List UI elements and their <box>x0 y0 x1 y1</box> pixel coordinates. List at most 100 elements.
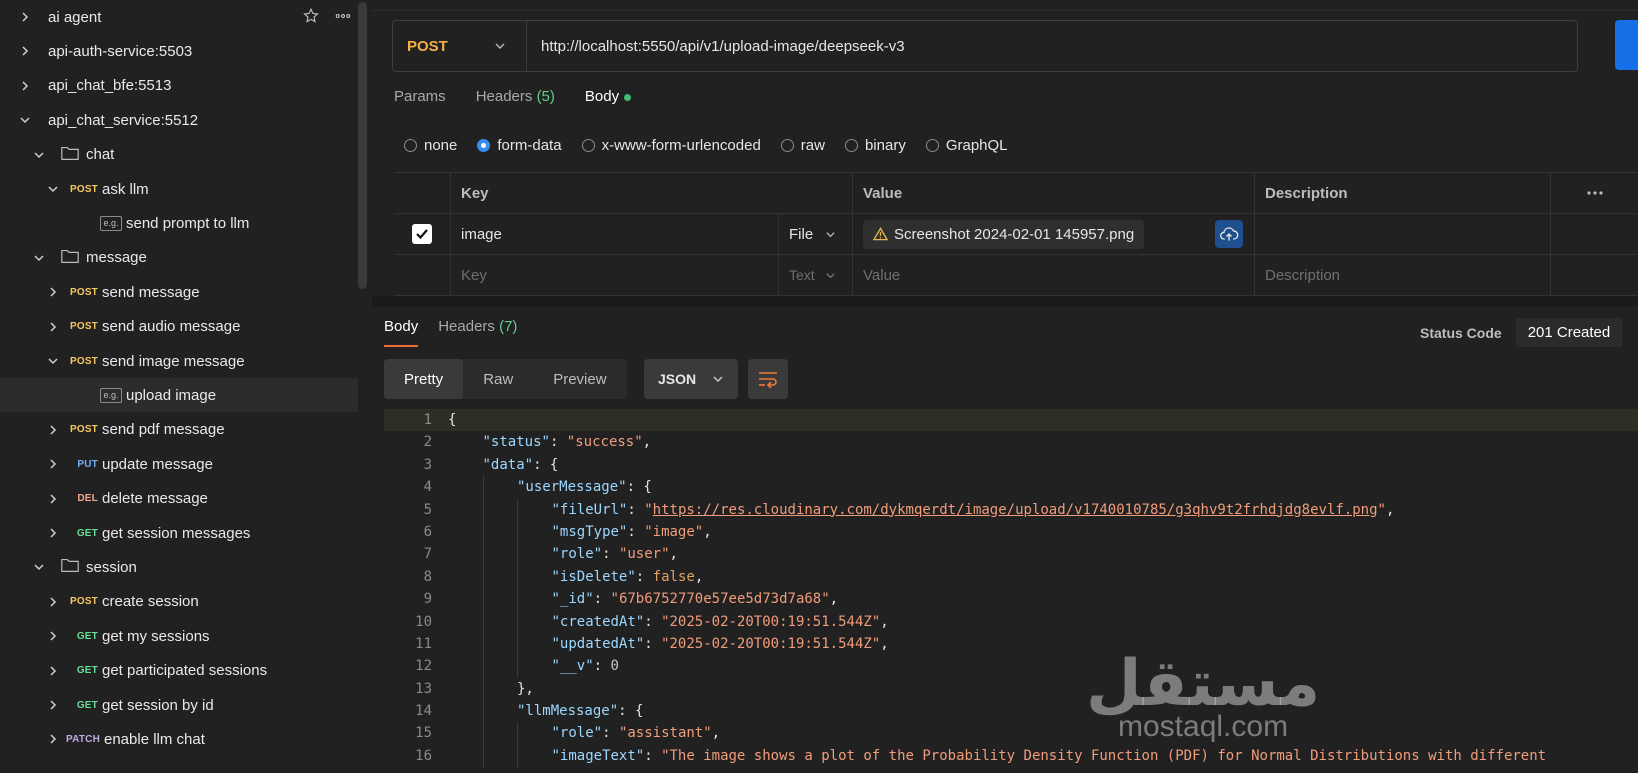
star-icon[interactable] <box>302 7 320 29</box>
view-tab-raw[interactable]: Raw <box>463 359 533 399</box>
chevron-right-icon[interactable] <box>46 423 60 437</box>
chevron-down-icon[interactable] <box>32 251 46 265</box>
sidebar-item[interactable]: PATCH enable llm chat <box>0 722 358 756</box>
url-input[interactable]: http://localhost:5550/api/v1/upload-imag… <box>527 38 905 55</box>
chevron-down-icon[interactable] <box>32 560 46 574</box>
chevron-right-icon[interactable] <box>46 320 60 334</box>
format-select[interactable]: JSON <box>644 359 738 399</box>
chevron-right-icon[interactable] <box>46 285 60 299</box>
chevron-right-icon[interactable] <box>46 664 60 678</box>
radio-binary[interactable]: binary <box>844 137 906 154</box>
line-number: 1 <box>423 412 432 428</box>
sidebar-item[interactable]: api_chat_service:5512 <box>0 103 358 137</box>
wrap-lines-icon <box>759 372 777 388</box>
send-button[interactable] <box>1615 20 1638 70</box>
sidebar-item[interactable]: session <box>0 550 358 584</box>
table-header-row: Key Value Description <box>394 173 1638 214</box>
response-tab-headers[interactable]: Headers (7) <box>438 318 517 347</box>
upload-file-button[interactable] <box>1215 220 1243 248</box>
wrap-lines-button[interactable] <box>748 359 788 399</box>
description-placeholder[interactable]: Description <box>1254 255 1550 295</box>
code-line: 8 "isDelete": false, <box>384 565 1638 589</box>
radio-circle <box>844 139 858 152</box>
sidebar-scrollbar[interactable] <box>358 2 367 289</box>
sidebar-item[interactable]: api-auth-service:5503 <box>0 34 358 68</box>
description-header: Description <box>1254 173 1550 213</box>
tab-headers[interactable]: Headers (5) <box>476 88 555 105</box>
line-number: 8 <box>423 568 432 585</box>
response-tab-body[interactable]: Body <box>384 318 419 347</box>
sidebar-item[interactable]: GET get session messages <box>0 516 358 550</box>
sidebar-item[interactable]: POST send message <box>0 275 358 309</box>
chevron-right-icon[interactable] <box>46 457 60 471</box>
sidebar-item[interactable]: POST send audio message <box>0 310 358 344</box>
sidebar-item[interactable]: e.g. upload image <box>0 378 358 413</box>
sidebar-item-label: get my sessions <box>102 627 210 645</box>
code-line: 6 "msgType": "image", <box>384 520 1638 544</box>
sidebar-item[interactable]: GET get my sessions <box>0 619 358 653</box>
radio-form-data[interactable]: form-data <box>477 137 562 154</box>
chevron-right-icon[interactable] <box>18 79 32 93</box>
description-cell[interactable] <box>1254 214 1550 254</box>
sidebar-item[interactable]: POST send pdf message <box>0 413 358 447</box>
sidebar-item[interactable]: message <box>0 241 358 275</box>
key-type-select[interactable]: File <box>778 214 852 254</box>
code-text: "createdAt": "2025-02-20T00:19:51.544Z", <box>552 611 889 633</box>
sidebar-item[interactable]: api_chat_bfe:5513 <box>0 69 358 103</box>
chevron-right-icon[interactable] <box>46 595 60 609</box>
tab-params[interactable]: Params <box>394 88 446 105</box>
chevron-down-icon[interactable] <box>32 148 46 162</box>
method-select[interactable]: POST <box>393 21 527 71</box>
line-number: 5 <box>423 501 432 518</box>
chevron-right-icon[interactable] <box>46 629 60 643</box>
radio-raw[interactable]: raw <box>780 137 825 154</box>
chevron-right-icon[interactable] <box>46 526 60 540</box>
chevron-right-icon[interactable] <box>18 10 32 24</box>
row-checkbox[interactable] <box>412 224 432 244</box>
response-body-code[interactable]: 1{2 "status": "success", 3 "data": {4 "userM… <box>384 409 1638 773</box>
sidebar-item-label: api_chat_bfe:5513 <box>48 77 172 95</box>
radio-x-www-form-urlencoded[interactable]: x-www-form-urlencoded <box>581 137 761 154</box>
file-chip[interactable]: Screenshot 2024-02-01 145957.png <box>863 219 1145 249</box>
sidebar-item[interactable]: PUT update message <box>0 447 358 481</box>
pane-divider[interactable] <box>372 296 1638 306</box>
line-number: 10 <box>415 613 432 630</box>
chevron-down-icon[interactable] <box>46 354 60 368</box>
view-tab-preview[interactable]: Preview <box>533 359 626 399</box>
sidebar-item[interactable]: GET get participated sessions <box>0 654 358 688</box>
chevron-right-icon[interactable] <box>46 492 60 506</box>
more-options-icon[interactable] <box>334 7 352 29</box>
status-badge[interactable]: 201 Created <box>1515 318 1623 347</box>
view-tab-pretty[interactable]: Pretty <box>384 359 464 399</box>
key-placeholder[interactable]: Key <box>450 255 778 295</box>
value-placeholder[interactable]: Value <box>852 255 1254 295</box>
sidebar-item[interactable]: POST create session <box>0 585 358 619</box>
code-token: , <box>880 613 889 630</box>
radio-graphql[interactable]: GraphQL <box>925 137 1008 154</box>
sidebar-item[interactable]: GET get session by id <box>0 688 358 722</box>
tab-body[interactable]: Body <box>585 88 632 105</box>
sidebar-item-label: get participated sessions <box>102 662 268 680</box>
sidebar-item[interactable]: POST send image message <box>0 344 358 378</box>
method-label: POST <box>407 37 448 55</box>
chevron-right-icon[interactable] <box>18 44 32 58</box>
type-placeholder-select[interactable]: Text <box>778 255 852 295</box>
sidebar-item[interactable]: chat <box>0 138 358 172</box>
chevron-down-icon <box>826 272 835 278</box>
indent-guide <box>482 655 484 678</box>
sidebar-item[interactable]: e.g. send prompt to llm <box>0 206 358 240</box>
sidebar-item[interactable]: DEL delete message <box>0 482 358 516</box>
radio-none[interactable]: none <box>404 137 457 154</box>
chevron-right-icon[interactable] <box>46 732 60 746</box>
sidebar-item-label: get session messages <box>102 524 251 542</box>
chevron-down-icon[interactable] <box>46 182 60 196</box>
bulk-edit-menu[interactable] <box>1550 173 1638 213</box>
code-token: "assistant" <box>618 725 712 742</box>
chevron-right-icon[interactable] <box>46 698 60 712</box>
chevron-down-icon[interactable] <box>18 113 32 127</box>
code-link[interactable]: https://res.cloudinary.com/dykmqerdt/ima… <box>653 502 1378 518</box>
empty-actions-cell <box>1550 255 1638 295</box>
key-input[interactable]: image <box>450 214 778 254</box>
code-token: : { <box>626 479 652 496</box>
sidebar-item[interactable]: POST ask llm <box>0 172 358 206</box>
